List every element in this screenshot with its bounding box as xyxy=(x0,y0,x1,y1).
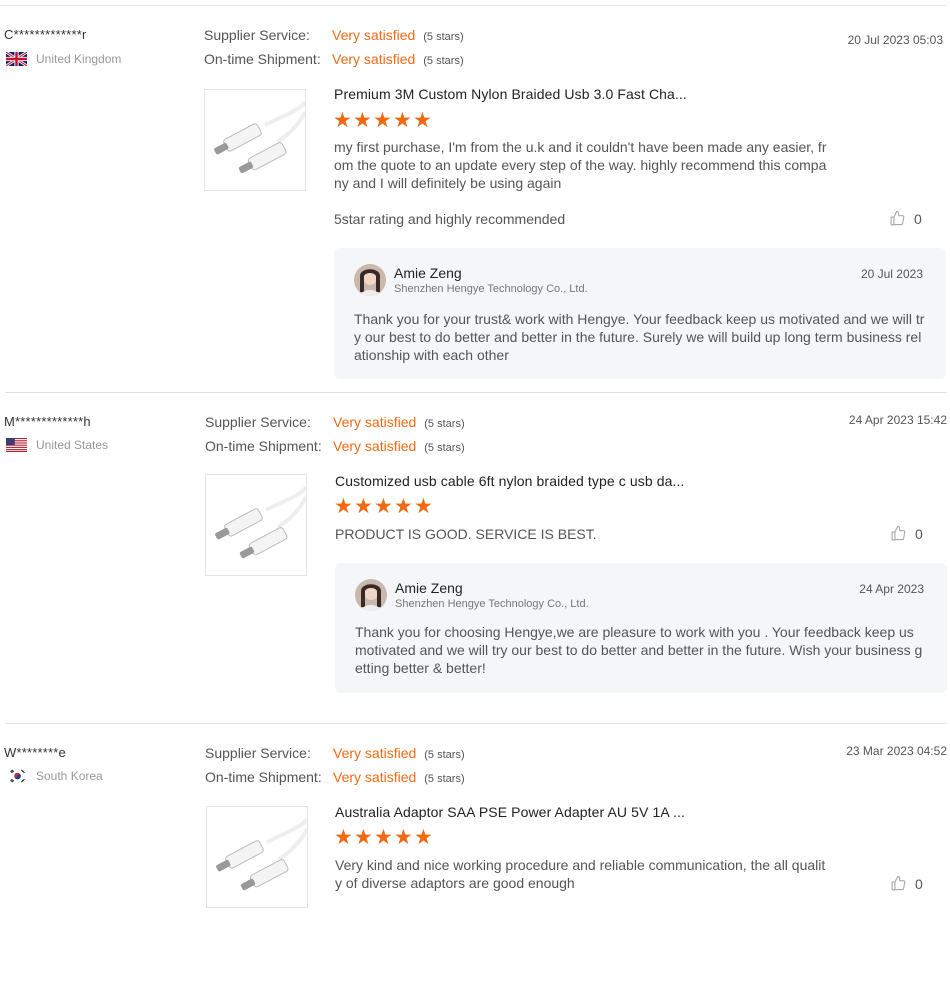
like-count: 0 xyxy=(914,210,922,227)
buyer-country: United Kingdom xyxy=(5,50,122,68)
rating-stars-text: (5 stars) xyxy=(424,773,465,785)
product-title-link[interactable]: Premium 3M Custom Nylon Braided Usb 3.0 … xyxy=(334,86,687,102)
review-stars: ★ ★ ★ ★ ★ xyxy=(333,109,432,132)
rating-value: Very satisfied xyxy=(332,27,416,43)
rating-stars-text: (5 stars) xyxy=(423,55,464,67)
buyer-country: United States xyxy=(6,438,108,452)
like-count: 0 xyxy=(915,875,923,892)
review-card: W********e South Korea Supplier Service:… xyxy=(0,718,950,978)
like-count: 0 xyxy=(915,525,923,542)
like-button[interactable]: 0 xyxy=(890,875,923,892)
star-icon: ★ xyxy=(334,826,353,849)
reply-text: Thank you for your trust& work with Heng… xyxy=(354,311,925,363)
thumbs-up-icon xyxy=(891,875,906,891)
uk-flag-icon xyxy=(5,50,28,68)
rating-label: Supplier Service: xyxy=(205,414,311,430)
reply-author-name: Amie Zeng xyxy=(394,265,462,281)
review-date: 23 Mar 2023 04:52 xyxy=(846,744,947,758)
star-icon: ★ xyxy=(374,826,393,849)
rating-stars-text: (5 stars) xyxy=(424,749,465,761)
buyer-name: C*************r xyxy=(4,27,87,42)
star-icon: ★ xyxy=(394,826,413,849)
rating-value: Very satisfied xyxy=(333,769,417,785)
thumbs-up-icon xyxy=(890,210,905,226)
star-icon: ★ xyxy=(333,109,352,132)
rating-label: Supplier Service: xyxy=(204,27,310,43)
rating-value: Very satisfied xyxy=(333,414,417,430)
buyer-country: South Korea xyxy=(9,769,103,783)
supplier-reply: Amie Zeng Shenzhen Hengye Technology Co.… xyxy=(335,563,947,693)
review-stars: ★ ★ ★ ★ ★ xyxy=(334,495,433,518)
reply-company: Shenzhen Hengye Technology Co., Ltd. xyxy=(394,283,588,295)
avatar xyxy=(354,264,386,296)
review-card: M*************h United States Supplier S… xyxy=(0,387,950,723)
buyer-name: W********e xyxy=(4,745,66,760)
review-text: PRODUCT IS GOOD. SERVICE IS BEST. xyxy=(335,526,597,542)
supplier-service-rating: Supplier Service: Very satisfied (5 star… xyxy=(204,27,464,43)
star-icon: ★ xyxy=(394,495,413,518)
review-extra-text: 5star rating and highly recommended xyxy=(334,211,566,227)
star-icon: ★ xyxy=(414,495,433,518)
rating-stars-text: (5 stars) xyxy=(423,31,464,43)
shipment-rating: On-time Shipment: Very satisfied (5 star… xyxy=(205,438,465,454)
star-icon: ★ xyxy=(354,826,373,849)
product-image[interactable] xyxy=(204,89,307,191)
star-icon: ★ xyxy=(353,109,372,132)
review-stars: ★ ★ ★ ★ ★ xyxy=(334,826,433,849)
buyer-name: M*************h xyxy=(4,414,91,429)
rating-value: Very satisfied xyxy=(333,438,417,454)
star-icon: ★ xyxy=(413,109,432,132)
rating-label: Supplier Service: xyxy=(205,745,311,761)
reply-company: Shenzhen Hengye Technology Co., Ltd. xyxy=(395,598,589,610)
star-icon: ★ xyxy=(354,495,373,518)
country-name: South Korea xyxy=(36,769,103,783)
review-text: Very kind and nice working procedure and… xyxy=(335,857,826,891)
star-icon: ★ xyxy=(373,109,392,132)
like-button[interactable]: 0 xyxy=(890,525,923,542)
us-flag-icon xyxy=(6,438,27,452)
product-title-link[interactable]: Customized usb cable 6ft nylon braided t… xyxy=(335,473,684,489)
rating-label: On-time Shipment: xyxy=(205,769,322,785)
supplier-service-rating: Supplier Service: Very satisfied (5 star… xyxy=(205,745,465,761)
rating-label: On-time Shipment: xyxy=(204,51,321,67)
rating-value: Very satisfied xyxy=(332,51,416,67)
review-date: 20 Jul 2023 05:03 xyxy=(847,33,943,47)
review-card: C*************r United Kingdom Supplier … xyxy=(0,0,950,392)
shipment-rating: On-time Shipment: Very satisfied (5 star… xyxy=(204,51,464,67)
star-icon: ★ xyxy=(374,495,393,518)
usb-cable-image xyxy=(215,485,308,559)
usb-cable-image xyxy=(216,817,309,891)
reply-date: 20 Jul 2023 xyxy=(860,267,923,281)
rating-stars-text: (5 stars) xyxy=(424,418,465,430)
rating-label: On-time Shipment: xyxy=(205,438,322,454)
star-icon: ★ xyxy=(414,826,433,849)
reply-text: Thank you for choosing Hengye,we are ple… xyxy=(355,624,923,676)
rating-value: Very satisfied xyxy=(333,745,417,761)
product-image[interactable] xyxy=(206,806,309,908)
shipment-rating: On-time Shipment: Very satisfied (5 star… xyxy=(205,769,465,785)
supplier-reply: Amie Zeng Shenzhen Hengye Technology Co.… xyxy=(334,248,946,379)
usb-cable-image xyxy=(214,100,307,174)
review-date: 24 Apr 2023 15:42 xyxy=(848,413,947,427)
star-icon: ★ xyxy=(393,109,412,132)
rating-stars-text: (5 stars) xyxy=(424,442,465,454)
star-icon: ★ xyxy=(334,495,353,518)
avatar xyxy=(355,579,387,611)
review-text: my first purchase, I'm from the u.k and … xyxy=(334,139,827,191)
reply-date: 24 Apr 2023 xyxy=(859,582,924,596)
country-name: United Kingdom xyxy=(36,52,122,66)
country-name: United States xyxy=(36,438,109,452)
product-image[interactable] xyxy=(205,474,308,576)
thumbs-up-icon xyxy=(891,525,906,541)
supplier-service-rating: Supplier Service: Very satisfied (5 star… xyxy=(205,414,465,430)
like-button[interactable]: 0 xyxy=(889,210,922,227)
kr-flag-icon xyxy=(9,769,26,783)
reply-author-name: Amie Zeng xyxy=(395,580,463,596)
product-title-link[interactable]: Australia Adaptor SAA PSE Power Adapter … xyxy=(335,804,685,820)
